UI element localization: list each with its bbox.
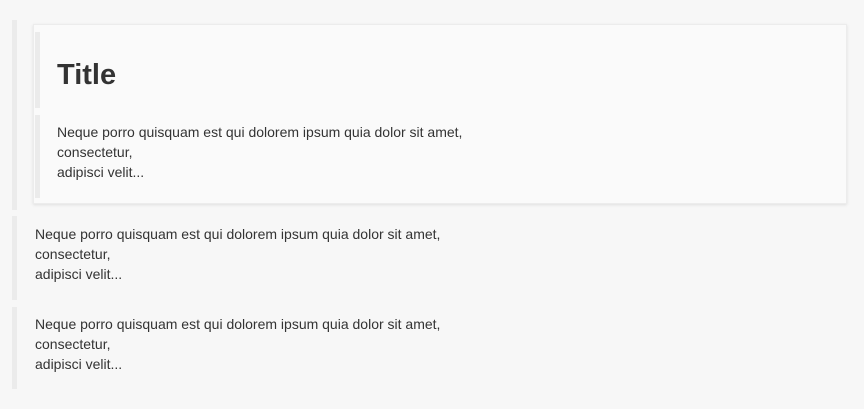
paragraph-block: Neque porro quisquam est qui dolorem ips… xyxy=(35,224,440,284)
title-accent-bar xyxy=(35,32,40,108)
text-line: consectetur, xyxy=(35,336,111,352)
paragraph-block: Neque porro quisquam est qui dolorem ips… xyxy=(35,314,440,374)
section-accent-bar xyxy=(12,20,17,210)
text-line: Neque porro quisquam est qui dolorem ips… xyxy=(57,124,463,140)
card-body-text: Neque porro quisquam est qui dolorem ips… xyxy=(57,122,462,182)
text-line: adipisci velit... xyxy=(35,356,123,372)
text-line: consectetur, xyxy=(57,144,133,160)
text-line: adipisci velit... xyxy=(57,164,145,180)
text-line: Neque porro quisquam est qui dolorem ips… xyxy=(35,226,441,242)
card-title: Title xyxy=(57,59,117,91)
text-line: consectetur, xyxy=(35,246,111,262)
text-line: Neque porro quisquam est qui dolorem ips… xyxy=(35,316,441,332)
section-accent-bar xyxy=(12,216,17,300)
body-accent-bar xyxy=(35,115,40,198)
section-accent-bar xyxy=(12,307,17,389)
text-line: adipisci velit... xyxy=(35,266,123,282)
